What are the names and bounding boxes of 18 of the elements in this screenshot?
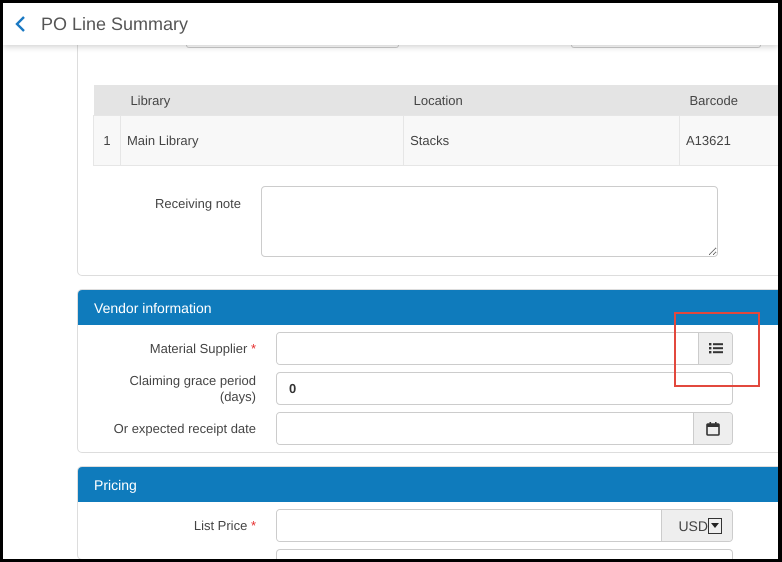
section-header: Vendor information: [78, 290, 778, 325]
input-field[interactable]: 0: [276, 372, 733, 405]
field-label: Receiving note: [154, 195, 242, 212]
page-title: PO Line Summary: [41, 14, 188, 34]
field-label: List Price *: [192, 518, 257, 534]
price-field[interactable]: USD: [276, 509, 733, 542]
column-header: Location: [404, 85, 680, 116]
table-cell: A13621: [680, 116, 778, 166]
column-header: Library: [120, 85, 404, 116]
section-header: Pricing: [78, 467, 778, 502]
field-label: Material Supplier *: [148, 340, 257, 356]
row-number: 1: [94, 116, 120, 166]
field-label: Or expected receipt date: [112, 420, 257, 436]
column-header: Barcode: [680, 85, 778, 116]
field-label: Claiming grace period (days): [128, 372, 257, 404]
table-cell: Main Library: [120, 116, 404, 166]
table-cell: Stacks: [404, 116, 680, 166]
currency-select[interactable]: USD: [661, 510, 732, 541]
